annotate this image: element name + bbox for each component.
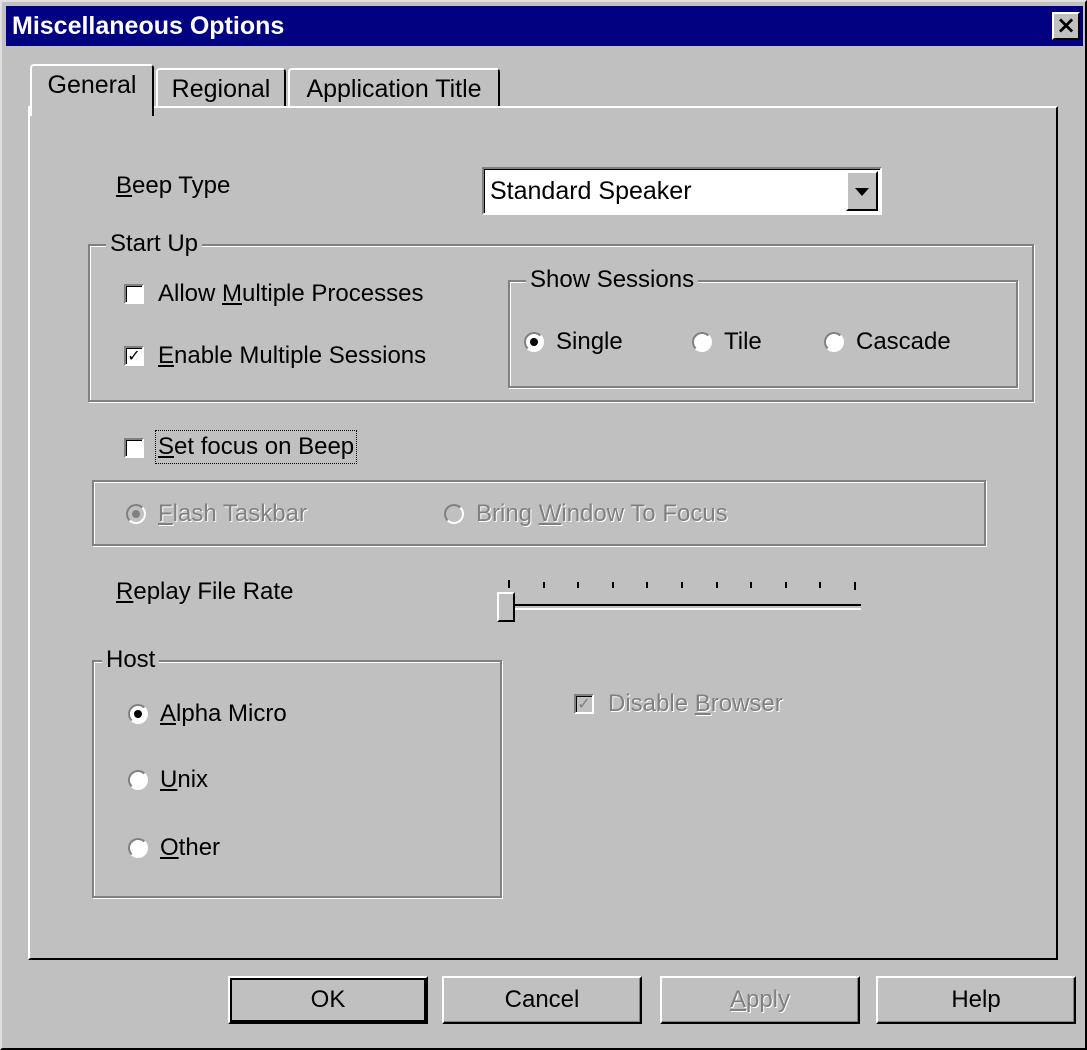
beep-type-value: Standard Speaker xyxy=(490,177,692,205)
checkmark-icon: ✓ xyxy=(577,694,591,713)
bring-window-to-focus-label[interactable]: Bring Window To Focus xyxy=(476,500,728,528)
beep-type-label: Beep Type xyxy=(116,172,231,199)
close-button[interactable]: × xyxy=(1052,12,1080,40)
replay-rate-tick xyxy=(750,582,753,588)
replay-rate-tick xyxy=(508,580,510,588)
beep-type-dropdown-button[interactable] xyxy=(846,171,878,211)
replay-file-rate-label: Replay File Rate xyxy=(116,578,294,605)
tab-application-title[interactable]: Application Title xyxy=(288,68,500,110)
replay-rate-tick xyxy=(715,582,718,588)
tab-general-label: General xyxy=(47,71,137,99)
flash-taskbar-radio[interactable] xyxy=(126,504,146,524)
session-tile-label[interactable]: Tile xyxy=(724,328,762,356)
show-sessions-legend: Show Sessions xyxy=(526,267,699,293)
flash-taskbar-label[interactable]: Flash Taskbar xyxy=(158,500,307,528)
tab-general[interactable]: General xyxy=(30,64,154,116)
host-other-radio[interactable] xyxy=(128,838,148,858)
enable-multiple-sessions-label[interactable]: Enable Multiple Sessions xyxy=(158,342,426,370)
help-button[interactable]: Help xyxy=(876,976,1076,1024)
allow-multiple-processes-checkbox[interactable] xyxy=(124,284,144,304)
replay-rate-tick xyxy=(542,582,545,588)
host-group: Host xyxy=(92,647,502,898)
replay-rate-tick xyxy=(784,582,787,588)
allow-multiple-processes-label[interactable]: Allow Multiple Processes xyxy=(158,280,423,308)
host-legend: Host xyxy=(102,647,160,673)
title-bar[interactable]: Miscellaneous Options × xyxy=(6,6,1083,46)
host-other-label[interactable]: Other xyxy=(160,834,220,862)
set-focus-on-beep-checkbox[interactable] xyxy=(124,438,144,458)
tab-regional-label: Regional xyxy=(171,75,271,103)
replay-rate-tick xyxy=(854,582,856,590)
replay-rate-tick xyxy=(819,582,822,588)
replay-rate-tick xyxy=(646,582,649,588)
host-unix-radio[interactable] xyxy=(128,770,148,790)
session-single-radio[interactable] xyxy=(524,332,544,352)
ok-button[interactable]: OK xyxy=(228,976,428,1024)
disable-browser-checkbox[interactable]: ✓ xyxy=(574,694,594,714)
session-tile-radio[interactable] xyxy=(692,332,712,352)
apply-button[interactable]: Apply xyxy=(660,976,860,1024)
host-unix-label[interactable]: Unix xyxy=(160,766,208,794)
session-cascade-label[interactable]: Cascade xyxy=(856,328,951,356)
close-icon: × xyxy=(1055,11,1077,39)
disable-browser-label[interactable]: Disable Browser xyxy=(608,690,783,718)
bring-window-to-focus-radio[interactable] xyxy=(444,504,464,524)
startup-legend: Start Up xyxy=(106,231,203,257)
enable-multiple-sessions-checkbox[interactable]: ✓ xyxy=(124,346,144,366)
replay-rate-tick xyxy=(577,582,580,588)
host-alpha-micro-radio[interactable] xyxy=(128,704,148,724)
host-alpha-micro-label[interactable]: Alpha Micro xyxy=(160,700,287,728)
session-single-label[interactable]: Single xyxy=(556,328,623,356)
cancel-button[interactable]: Cancel xyxy=(442,976,642,1024)
replay-rate-track[interactable] xyxy=(511,604,861,610)
chevron-down-icon xyxy=(855,188,869,196)
session-cascade-radio[interactable] xyxy=(824,332,844,352)
checkmark-icon: ✓ xyxy=(127,346,141,365)
set-focus-on-beep-label[interactable]: Set focus on Beep xyxy=(154,430,358,464)
replay-rate-slider-thumb[interactable] xyxy=(497,592,515,622)
beep-type-select[interactable]: Standard Speaker xyxy=(482,167,882,215)
tab-regional[interactable]: Regional xyxy=(156,68,286,110)
replay-rate-tick xyxy=(681,582,683,588)
window-title: Miscellaneous Options xyxy=(12,12,285,40)
tab-application-title-label: Application Title xyxy=(306,75,482,103)
replay-rate-tick xyxy=(611,582,614,588)
